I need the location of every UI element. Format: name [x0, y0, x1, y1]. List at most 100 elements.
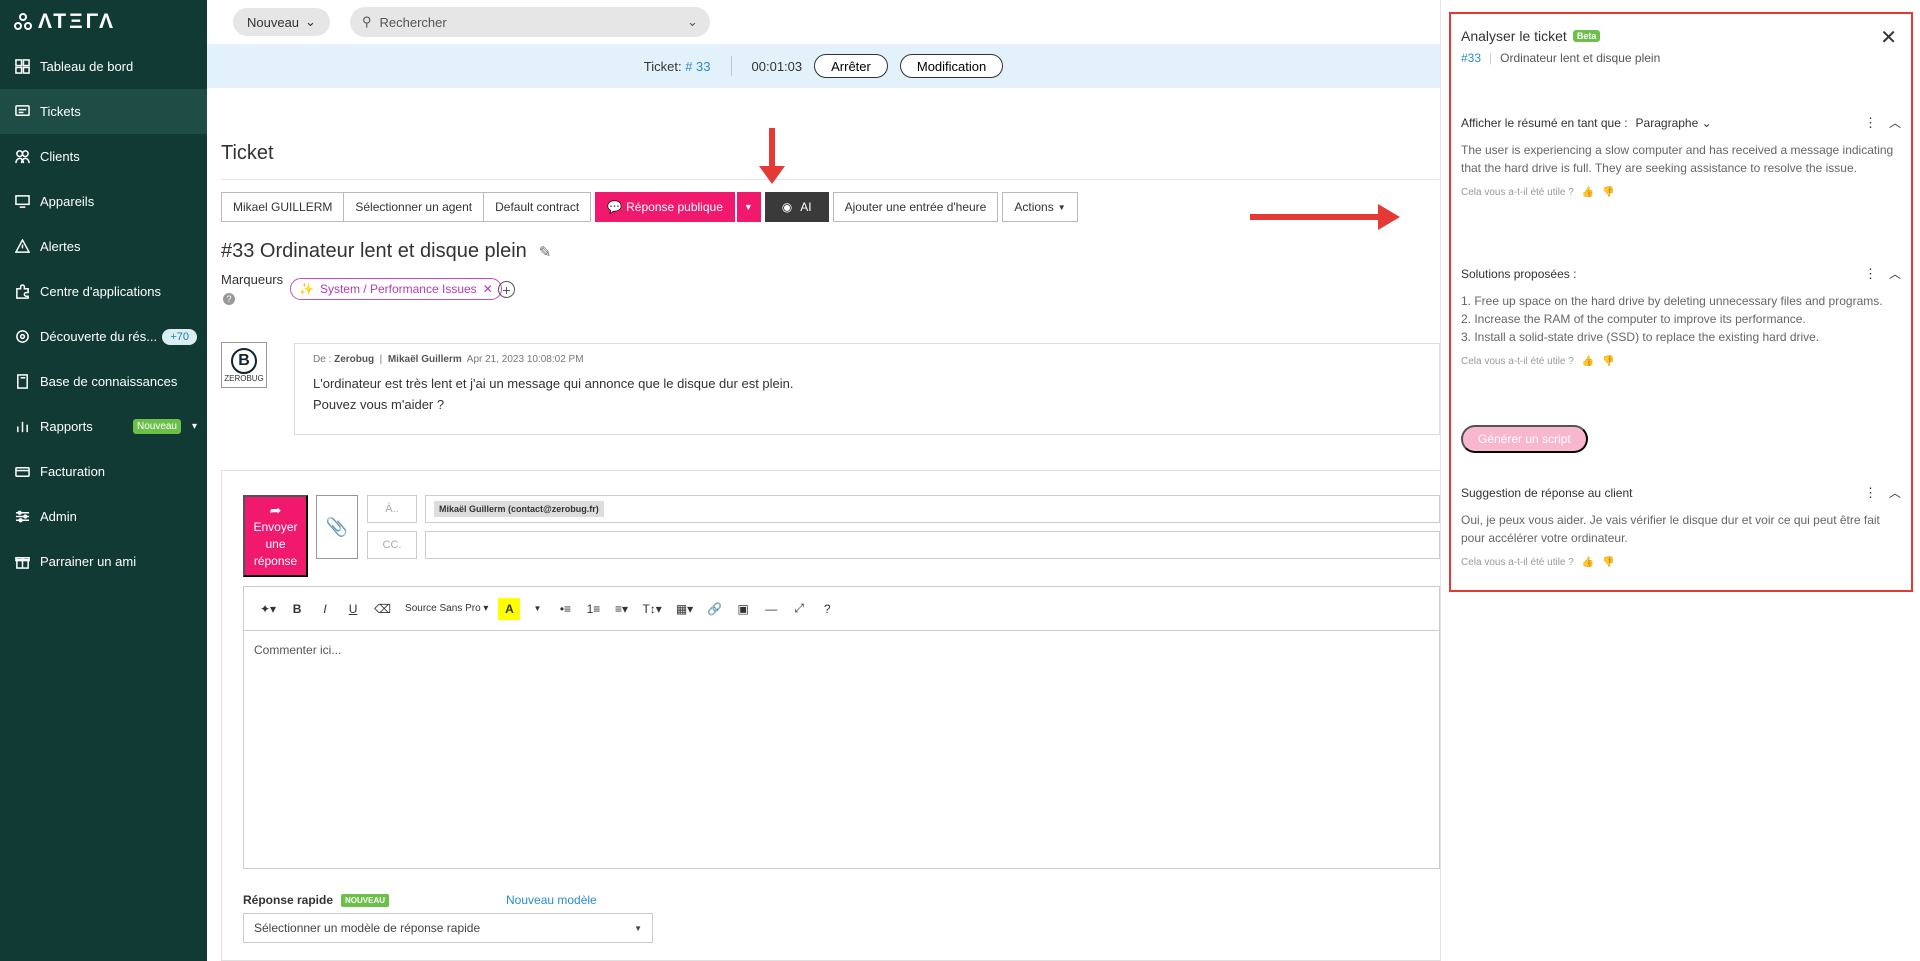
select-agent-button[interactable]: Sélectionner un agent: [344, 192, 485, 222]
thumbs-down-icon[interactable]: 👎: [1602, 557, 1614, 568]
numbered-list-icon[interactable]: 1≡: [582, 598, 604, 620]
eraser-icon[interactable]: ⌫: [370, 598, 395, 620]
to-field[interactable]: Mikaël Guillerm (contact@zerobug.fr): [425, 495, 1440, 523]
sidebar-item-admin[interactable]: Admin: [0, 494, 207, 539]
link-icon[interactable]: 🔗: [703, 598, 726, 620]
send-reply-label: Envoyer une réponse: [253, 520, 298, 568]
public-reply-button[interactable]: 💬 Réponse publique: [595, 192, 735, 222]
message-line: Pouvez vous m'aider ?: [313, 397, 445, 412]
cc-field[interactable]: [425, 531, 1440, 559]
help-icon[interactable]: ?: [223, 293, 235, 305]
close-icon[interactable]: ✕: [1880, 28, 1897, 48]
solution-item: 3. Install a solid-state drive (SSD) to …: [1461, 330, 1820, 344]
bold-icon[interactable]: B: [286, 598, 308, 620]
attach-icon[interactable]: 📎: [316, 495, 358, 559]
more-vertical-icon[interactable]: ⋮: [1864, 115, 1877, 131]
sidebar-item-refer-friend[interactable]: Parrainer un ami: [0, 539, 207, 584]
assignment-group: Mikael GUILLERM Sélectionner un agent De…: [221, 192, 592, 222]
thumbs-up-icon[interactable]: 👍: [1582, 557, 1594, 568]
monitor-icon: [14, 194, 30, 210]
sidebar-item-devices[interactable]: Appareils: [0, 179, 207, 224]
sidebar-item-dashboard[interactable]: Tableau de bord: [0, 44, 207, 89]
sidebar-item-tickets[interactable]: Tickets: [0, 89, 207, 134]
add-marker-icon[interactable]: +: [498, 281, 515, 298]
quick-reply-select[interactable]: Sélectionner un modèle de réponse rapide…: [243, 913, 653, 943]
search-placeholder: Rechercher: [379, 14, 447, 30]
ticket-link[interactable]: #33: [1461, 51, 1481, 65]
ai-button[interactable]: ◉ AI: [764, 192, 829, 222]
chevron-down-icon[interactable]: ⌄: [687, 14, 698, 30]
font-size-icon[interactable]: T↕▾: [638, 598, 665, 620]
comment-icon: 💬: [607, 200, 623, 214]
thumbs-down-icon[interactable]: 👎: [1602, 356, 1614, 367]
ticket-link[interactable]: # 33: [685, 59, 710, 74]
chevron-down-icon[interactable]: ▾: [192, 421, 197, 432]
markers-label: Marqueurs: [221, 272, 284, 287]
pencil-icon[interactable]: ✎: [539, 243, 552, 261]
feedback-row: Cela vous a-t-il été utile ? 👍 👎: [1461, 187, 1901, 198]
caret-down-icon[interactable]: ▼: [526, 598, 548, 620]
sidebar-item-reports[interactable]: Rapports Nouveau ▾: [0, 404, 207, 449]
help-icon[interactable]: ?: [816, 598, 838, 620]
magic-wand-icon[interactable]: ✦▾: [256, 598, 280, 620]
fullscreen-icon[interactable]: ⤢: [788, 598, 810, 620]
more-vertical-icon[interactable]: ⋮: [1864, 485, 1877, 501]
close-icon[interactable]: ✕: [483, 282, 493, 296]
sidebar-item-alerts[interactable]: Alertes: [0, 224, 207, 269]
logo[interactable]: ΛΤΞΓΛ: [0, 0, 207, 44]
search-icon: ⚲: [361, 14, 372, 29]
summary-section: Afficher le résumé en tant que : Paragra…: [1461, 114, 1901, 199]
image-icon[interactable]: ▣: [732, 598, 754, 620]
recipient-chip[interactable]: Mikaël Guillerm (contact@zerobug.fr): [434, 501, 604, 517]
chevron-up-icon[interactable]: ︿: [1889, 265, 1901, 282]
sidebar-item-app-center[interactable]: Centre d'applications: [0, 269, 207, 314]
horizontal-rule-icon[interactable]: —: [760, 598, 782, 620]
new-template-link[interactable]: Nouveau modèle: [506, 893, 597, 907]
reply-dropdown-button[interactable]: ▼: [736, 192, 761, 222]
assignee-button[interactable]: Mikael GUILLERM: [221, 192, 345, 222]
share-icon: ➦: [269, 502, 282, 518]
sidebar-item-label: Rapports: [40, 419, 93, 434]
chevron-up-icon[interactable]: ︿: [1889, 114, 1901, 131]
thumbs-up-icon[interactable]: 👍: [1582, 356, 1594, 367]
align-icon[interactable]: ≡▾: [610, 598, 632, 620]
analyze-ticket-card: Analyser le ticket Beta ✕ #33 | Ordinate…: [1449, 12, 1913, 592]
contract-button[interactable]: Default contract: [484, 192, 592, 222]
summary-mode-select[interactable]: Paragraphe ⌄: [1636, 116, 1712, 130]
solutions-list: 1. Free up space on the hard drive by de…: [1461, 292, 1901, 346]
chevron-up-icon[interactable]: ︿: [1889, 484, 1901, 501]
solution-item: 2. Increase the RAM of the computer to i…: [1461, 312, 1806, 326]
marker-chip[interactable]: ✨ System / Performance Issues ✕: [290, 278, 502, 300]
thumbs-down-icon[interactable]: 👎: [1602, 187, 1614, 198]
add-time-entry-button[interactable]: Ajouter une entrée d'heure: [832, 192, 999, 222]
more-vertical-icon[interactable]: ⋮: [1864, 266, 1877, 282]
message-bubble: De : Zerobug | Mikaël Guillerm Apr 21, 2…: [294, 343, 1440, 435]
to-label[interactable]: À..: [367, 495, 417, 523]
sidebar-item-network-discovery[interactable]: Découverte du rés... +70: [0, 314, 207, 359]
send-reply-button[interactable]: ➦ Envoyer une réponse: [243, 495, 308, 577]
sidebar-item-clients[interactable]: Clients: [0, 134, 207, 179]
sidebar-item-label: Base de connaissances: [40, 374, 178, 389]
panel-subtitle: #33 | Ordinateur lent et disque plein: [1461, 51, 1901, 65]
table-icon[interactable]: ▦▾: [672, 598, 697, 620]
page-title: Ticket: [221, 142, 274, 164]
edit-time-button[interactable]: Modification: [899, 54, 1004, 78]
underline-icon[interactable]: U: [342, 598, 364, 620]
cc-label[interactable]: CC.: [367, 531, 417, 559]
message-date: Apr 21, 2023 10:08:02 PM: [466, 354, 584, 365]
sidebar-item-billing[interactable]: Facturation: [0, 449, 207, 494]
new-dropdown-button[interactable]: Nouveau ⌄: [233, 8, 330, 36]
font-family-select[interactable]: Source Sans Pro ▾: [401, 598, 492, 620]
sidebar: ΛΤΞΓΛ Tableau de bord Tickets Clients Ap…: [0, 0, 207, 961]
generate-script-button[interactable]: Générer un script: [1461, 425, 1588, 453]
sidebar-item-knowledge-base[interactable]: Base de connaissances: [0, 359, 207, 404]
actions-dropdown-button[interactable]: Actions ▼: [1002, 192, 1078, 222]
italic-icon[interactable]: I: [314, 598, 336, 620]
search-input[interactable]: ⚲ Rechercher ⌄: [349, 7, 710, 37]
gift-icon: [14, 554, 30, 570]
bullet-list-icon[interactable]: •≡: [554, 598, 576, 620]
thumbs-up-icon[interactable]: 👍: [1582, 187, 1594, 198]
stop-button[interactable]: Arrêter: [814, 54, 888, 78]
highlight-icon[interactable]: A: [498, 597, 521, 620]
editor-placeholder[interactable]: Commenter ici...: [244, 631, 1439, 669]
